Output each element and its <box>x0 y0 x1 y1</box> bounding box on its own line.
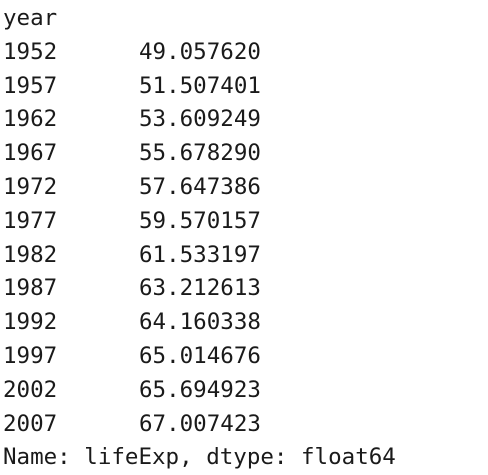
row-year: 1957 <box>3 72 58 99</box>
row-value: 55.678290 <box>139 140 261 167</box>
row-year: 1972 <box>3 173 58 200</box>
row-value: 67.007423 <box>139 410 261 437</box>
row-value: 64.160338 <box>139 309 261 336</box>
series-row: 1992 64.160338 <box>3 306 488 340</box>
row-year: 2002 <box>3 376 58 403</box>
series-row: 1997 65.014676 <box>3 340 488 374</box>
row-value: 57.647386 <box>139 173 261 200</box>
series-row: 2002 65.694923 <box>3 374 488 408</box>
series-footer: Name: lifeExp, dtype: float64 <box>3 444 396 471</box>
row-value: 59.570157 <box>139 207 261 234</box>
index-name-label: year <box>3 5 58 31</box>
series-row: 1982 61.533197 <box>3 239 488 273</box>
series-row: 1972 57.647386 <box>3 171 488 205</box>
series-row: 1957 51.507401 <box>3 70 488 104</box>
series-row: 1952 49.057620 <box>3 36 488 70</box>
series-row: 1977 59.570157 <box>3 205 488 239</box>
row-value: 53.609249 <box>139 106 261 133</box>
row-value: 61.533197 <box>139 241 261 268</box>
series-rows: 1952 49.057620 1957 51.507401 1962 53.609249 1… <box>3 36 488 442</box>
series-row: 1967 55.678290 <box>3 137 488 171</box>
row-year: 1967 <box>3 140 58 167</box>
row-value: 65.014676 <box>139 342 261 369</box>
row-year: 1987 <box>3 275 58 302</box>
row-year: 1962 <box>3 106 58 133</box>
row-year: 1997 <box>3 342 58 369</box>
row-year: 1992 <box>3 309 58 336</box>
row-value: 51.507401 <box>139 72 261 99</box>
row-year: 1977 <box>3 207 58 234</box>
row-year: 1982 <box>3 241 58 268</box>
series-row: 1962 53.609249 <box>3 103 488 137</box>
row-year: 2007 <box>3 410 58 437</box>
row-value: 63.212613 <box>139 275 261 302</box>
series-output: year 1952 49.057620 1957 51.507401 1962 53.60… <box>0 0 488 472</box>
row-year: 1952 <box>3 38 58 65</box>
series-row: 2007 67.007423 <box>3 408 488 442</box>
row-value: 65.694923 <box>139 376 261 403</box>
series-row: 1987 63.212613 <box>3 272 488 306</box>
row-value: 49.057620 <box>139 38 261 65</box>
